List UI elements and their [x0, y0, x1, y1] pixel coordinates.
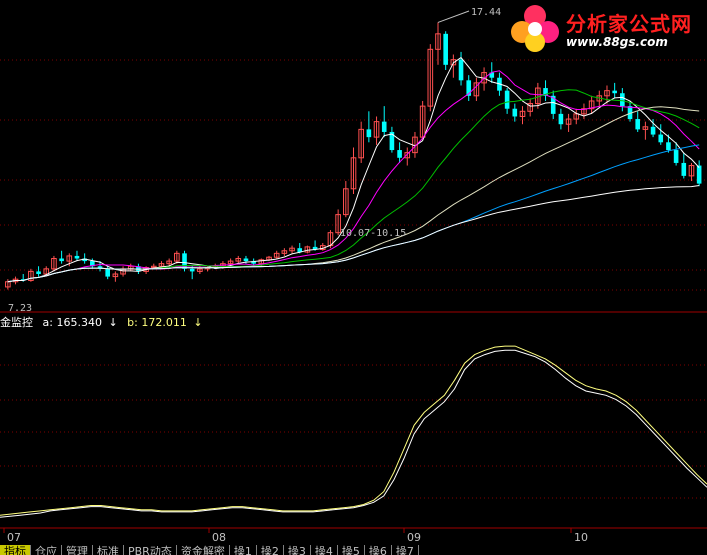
candle-body-down — [105, 268, 111, 277]
x-tick-label: 10 — [574, 531, 588, 544]
tab-0[interactable]: 指标 — [0, 545, 31, 555]
tab-2[interactable]: 管理 — [62, 545, 93, 555]
x-axis: 07 08 09 10 — [3, 528, 588, 544]
tab-3[interactable]: 标准 — [93, 545, 124, 555]
candle-body-down — [504, 90, 510, 109]
indicator-name: 金监控 — [0, 316, 33, 329]
candle-body-down — [673, 150, 679, 163]
logo-title: 分析家公式网 — [566, 12, 692, 36]
candle-body-down — [512, 108, 518, 117]
indicator-b-label: b: — [127, 316, 138, 329]
indicator-a-arrow: ↓ — [108, 316, 118, 329]
low-price-label: 7.23 — [8, 303, 32, 314]
logo-url: www.88gs.com — [566, 35, 668, 49]
candle-body-down — [189, 268, 195, 272]
tab-12[interactable]: 操7 — [392, 545, 419, 555]
ma-line-40 — [7, 106, 700, 283]
site-logo: 分析家公式网 www.88gs.com — [506, 2, 706, 54]
candle-body-down — [59, 258, 64, 262]
candle-body-down — [36, 271, 41, 275]
candle-body-down — [620, 93, 625, 107]
tab-11[interactable]: 操6 — [365, 545, 392, 555]
candle-body-down — [443, 33, 448, 65]
candle-body-down — [74, 255, 80, 259]
tab-6[interactable]: 操1 — [230, 545, 257, 555]
candle-body-down — [558, 113, 564, 125]
candle-body-down — [681, 162, 687, 176]
candle-body-down — [243, 258, 249, 262]
candle-body-down — [658, 134, 664, 143]
tab-5[interactable]: 资金解密 — [177, 545, 230, 555]
range-label: 10.07-10.15 — [340, 228, 406, 239]
tab-10[interactable]: 操5 — [338, 545, 365, 555]
x-tick-label: 07 — [7, 531, 21, 544]
tab-8[interactable]: 操3 — [284, 545, 311, 555]
candle-body-down — [696, 165, 702, 184]
indicator-line-a — [0, 349, 707, 518]
candle-body-down — [381, 121, 387, 132]
indicator-line-b — [0, 345, 707, 516]
candle-body-down — [366, 129, 372, 138]
indicator-b-value: 172.011 — [141, 316, 187, 329]
flower-logo-icon — [511, 5, 559, 52]
tab-1[interactable]: 仓应 — [31, 545, 62, 555]
indicator-a-label: a: — [42, 316, 53, 329]
candle-body-down — [458, 59, 464, 81]
high-price-label: 17.44 — [471, 7, 501, 18]
x-tick-label: 08 — [212, 531, 226, 544]
candle-body-down — [397, 150, 402, 158]
indicator-header: 金监控 a: 165.340 ↓ b: 172.011 ↓ — [0, 314, 203, 330]
stock-chart-screen: 07 08 09 10 17.44 7.23 10.07-10.15 分析家公式网 w… — [0, 0, 707, 555]
tab-7[interactable]: 操2 — [257, 545, 284, 555]
candles — [5, 22, 702, 290]
candle-body-down — [635, 119, 641, 130]
candle-body-down — [612, 90, 617, 94]
indicator-b-arrow: ↓ — [193, 316, 203, 329]
x-tick-label: 09 — [407, 531, 421, 544]
grid-lines — [0, 59, 707, 529]
tab-9[interactable]: 操4 — [311, 545, 338, 555]
bottom-tab-bar: 指标 仓应 管理 标准 PBR动态 资金解密 操1 操2 操3 操4 操5 操6 操7 — [0, 545, 707, 555]
indicator-a-value: 165.340 — [56, 316, 102, 329]
candle-body-down — [666, 142, 671, 151]
high-marker — [437, 10, 470, 23]
chart-canvas[interactable]: 07 08 09 10 17.44 7.23 10.07-10.15 — [0, 0, 707, 545]
candle-body-down — [650, 126, 656, 135]
tab-4[interactable]: PBR动态 — [124, 545, 177, 555]
